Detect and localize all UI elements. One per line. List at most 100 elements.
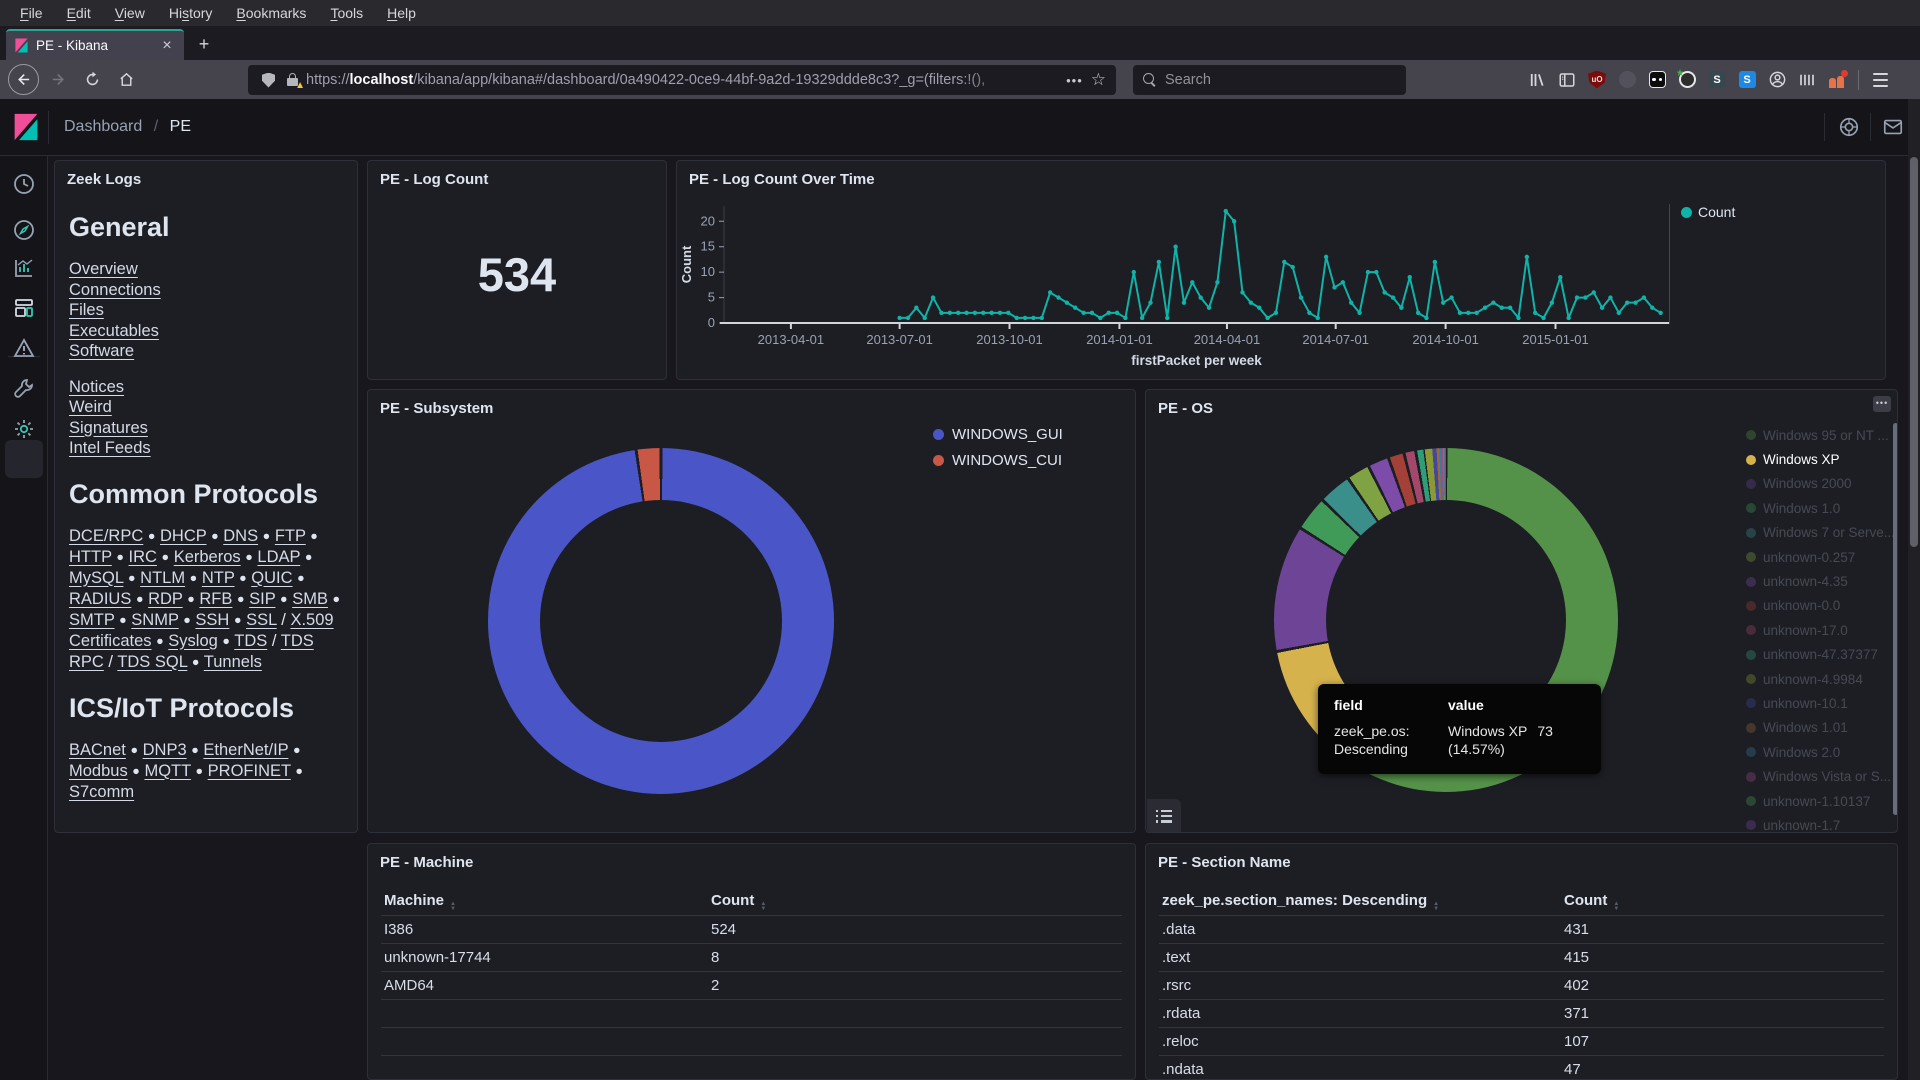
chart-legend-count[interactable]: Count <box>1681 204 1735 220</box>
protocol-link-tunnels[interactable]: Tunnels <box>204 653 262 671</box>
legend-item-unknown-47-37377[interactable]: unknown-47.37377 <box>1746 643 1886 667</box>
protocol-link-ethernet-ip[interactable]: EtherNet/IP <box>203 741 288 759</box>
protocol-link-ntp[interactable]: NTP <box>202 569 235 587</box>
help-lifering-icon[interactable] <box>1838 116 1860 138</box>
protocol-link-rdp[interactable]: RDP <box>148 590 183 608</box>
protocol-link-bacnet[interactable]: BACnet <box>69 741 126 759</box>
protocol-link-ntlm[interactable]: NTLM <box>140 569 185 587</box>
menu-bookmarks[interactable]: Bookmarks <box>224 1 318 25</box>
page-actions-icon[interactable]: ••• <box>1066 73 1083 88</box>
search-input[interactable] <box>1165 72 1365 88</box>
discover-compass-icon[interactable] <box>12 218 36 242</box>
protocol-link-dnp3[interactable]: DNP3 <box>143 741 187 759</box>
alerts-triangle-icon[interactable] <box>12 336 36 360</box>
protocol-link-rfb[interactable]: RFB <box>199 590 232 608</box>
proxy-extension-icon[interactable] <box>1822 66 1852 94</box>
shodan-icon[interactable]: S <box>1732 66 1762 94</box>
browser-tab[interactable]: PE - Kibana × <box>6 29 184 60</box>
protocol-link-radius[interactable]: RADIUS <box>69 590 131 608</box>
protocol-link-snmp[interactable]: SNMP <box>131 611 178 629</box>
kibana-logo-icon[interactable] <box>12 113 40 141</box>
menu-view[interactable]: View <box>103 1 157 25</box>
legend-item-unknown-10-1[interactable]: unknown-10.1 <box>1746 691 1886 715</box>
url-bar[interactable]: ▲ https://localhost/kibana/app/kibana#/d… <box>248 65 1116 95</box>
ublock-shield-icon[interactable]: uO <box>1582 66 1612 94</box>
legend-item-windows_cui[interactable]: WINDOWS_CUI <box>933 447 1063 473</box>
zeek-link-overview[interactable]: Overview <box>69 259 341 280</box>
legend-item-unknown-1-10137[interactable]: unknown-1.10137 <box>1746 789 1886 813</box>
time-series-chart[interactable]: 05101520Count2013-04-012013-07-012013-10… <box>677 161 1886 380</box>
library-icon[interactable] <box>1522 66 1552 94</box>
new-tab-button[interactable]: + <box>192 34 216 56</box>
protocol-link-modbus[interactable]: Modbus <box>69 762 128 780</box>
protocol-link-smb[interactable]: SMB <box>292 590 328 608</box>
zeek-link-signatures[interactable]: Signatures <box>69 418 341 439</box>
protocol-link-irc[interactable]: IRC <box>129 548 157 566</box>
zeek-link-intel-feeds[interactable]: Intel Feeds <box>69 438 341 459</box>
menu-history[interactable]: History <box>157 1 225 25</box>
legend-item-windows-xp[interactable]: Windows XP <box>1746 447 1886 471</box>
legend-item-unknown-1-7[interactable]: unknown-1.7 <box>1746 813 1886 833</box>
column-header-zeek-pe-section-names-descending[interactable]: zeek_pe.section_names: Descending▲▼ <box>1159 892 1564 912</box>
legend-item-windows-vista-or-s-[interactable]: Windows Vista or S... <box>1746 764 1886 788</box>
menu-help[interactable]: Help <box>375 1 428 25</box>
zeek-link-connections[interactable]: Connections <box>69 280 341 301</box>
search-bar[interactable] <box>1133 65 1406 95</box>
protocol-link-syslog[interactable]: Syslog <box>168 632 218 650</box>
menu-tools[interactable]: Tools <box>318 1 375 25</box>
breadcrumb-dashboard-link[interactable]: Dashboard <box>64 118 142 135</box>
zeek-link-software[interactable]: Software <box>69 341 341 362</box>
scrollbar-thumb[interactable] <box>1910 157 1918 547</box>
subsystem-donut-chart[interactable] <box>488 448 834 794</box>
legend-scrollbar[interactable] <box>1893 423 1898 815</box>
protocol-link-ftp[interactable]: FTP <box>275 527 306 545</box>
protocol-link-ldap[interactable]: LDAP <box>257 548 300 566</box>
protocol-link-dns[interactable]: DNS <box>223 527 258 545</box>
legend-item-windows-1-01[interactable]: Windows 1.01 <box>1746 716 1886 740</box>
column-header-count[interactable]: Count▲▼ <box>1564 892 1619 912</box>
protocol-link-kerberos[interactable]: Kerberos <box>174 548 241 566</box>
column-header-machine[interactable]: Machine▲▼ <box>381 892 711 912</box>
protocol-link-ssl[interactable]: SSL <box>246 611 277 629</box>
protocol-link-tds-sql[interactable]: TDS SQL <box>117 653 187 671</box>
monkey-extension-icon[interactable] <box>1672 66 1702 94</box>
bookmark-star-icon[interactable]: ☆ <box>1091 70 1106 90</box>
dashboard-icon[interactable] <box>12 296 36 320</box>
legend-item-unknown-4-9984[interactable]: unknown-4.9984 <box>1746 667 1886 691</box>
protocol-link-dhcp[interactable]: DHCP <box>160 527 206 545</box>
legend-item-unknown-0-0[interactable]: unknown-0.0 <box>1746 594 1886 618</box>
sidebar-icon[interactable] <box>1552 66 1582 94</box>
zeek-link-executables[interactable]: Executables <box>69 321 341 342</box>
recently-viewed-icon[interactable] <box>12 172 36 196</box>
protocol-link-mqtt[interactable]: MQTT <box>144 762 190 780</box>
protocol-link-profinet[interactable]: PROFINET <box>208 762 291 780</box>
protocol-link-smtp[interactable]: SMTP <box>69 611 115 629</box>
legend-item-windows-2-0[interactable]: Windows 2.0 <box>1746 740 1886 764</box>
tab-close-icon[interactable]: × <box>158 37 176 55</box>
legend-item-windows-1-0[interactable]: Windows 1.0 <box>1746 496 1886 520</box>
legend-toggle-button[interactable] <box>1147 799 1181 833</box>
column-header-count[interactable]: Count▲▼ <box>711 892 766 912</box>
zeek-link-weird[interactable]: Weird <box>69 397 341 418</box>
zeek-link-files[interactable]: Files <box>69 300 341 321</box>
forward-button[interactable] <box>43 65 73 95</box>
connection-lock-icon[interactable]: ▲ <box>287 73 300 88</box>
protocol-link-dce-rpc[interactable]: DCE/RPC <box>69 527 143 545</box>
privacy-badger-icon[interactable] <box>1642 66 1672 94</box>
protocol-link-sip[interactable]: SIP <box>249 590 275 608</box>
protocol-link-quic[interactable]: QUIC <box>251 569 292 587</box>
protocol-link-mysql[interactable]: MySQL <box>69 569 123 587</box>
dev-tools-wrench-icon[interactable] <box>12 377 36 401</box>
home-button[interactable] <box>111 65 141 95</box>
zeek-link-notices[interactable]: Notices <box>69 377 341 398</box>
account-icon[interactable] <box>1762 66 1792 94</box>
visualize-chart-icon[interactable] <box>12 256 36 280</box>
hamburger-menu-icon[interactable] <box>1865 66 1895 94</box>
back-button[interactable] <box>8 64 39 95</box>
management-gear-icon[interactable] <box>12 417 36 441</box>
legend-item-windows-7-or-serve-[interactable]: Windows 7 or Serve... <box>1746 521 1886 545</box>
protocol-link-http[interactable]: HTTP <box>69 548 112 566</box>
protocol-link-s7comm[interactable]: S7comm <box>69 783 134 801</box>
page-scrollbar[interactable] <box>1908 99 1920 1080</box>
legend-item-windows-95-or-nt-[interactable]: Windows 95 or NT ... <box>1746 423 1886 447</box>
